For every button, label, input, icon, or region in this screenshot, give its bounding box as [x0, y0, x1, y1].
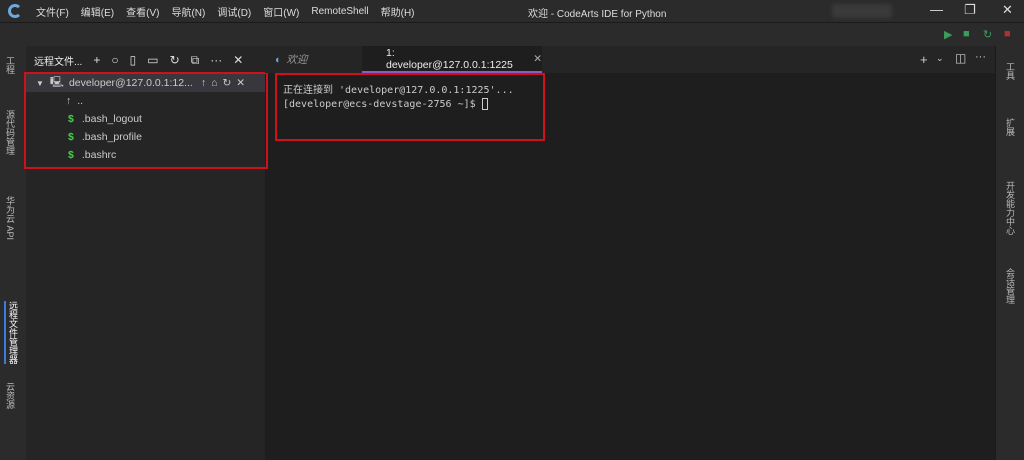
activity-remote-file-manager[interactable]: 远程文件管理器 — [4, 301, 20, 364]
add-icon[interactable]: + — [93, 53, 100, 67]
menu-remoteshell[interactable]: RemoteShell — [305, 6, 374, 17]
refresh-icon[interactable]: ↻ — [170, 53, 180, 67]
toolbar: ▶ ■ ↻ ■ — [0, 22, 1024, 46]
menu-view[interactable]: 查看(V) — [120, 4, 165, 19]
new-terminal-icon[interactable]: + — [920, 52, 928, 67]
new-file-icon[interactable]: ▯ — [130, 53, 137, 67]
menu-help[interactable]: 帮助(H) — [375, 4, 421, 19]
menu-bar: 文件(F) 编辑(E) 查看(V) 导航(N) 调试(D) 窗口(W) Remo… — [0, 0, 1024, 22]
tab-bar: ◐ 欢迎 1: developer@127.0.0.1:1225 ✕ + ⌄ ◫… — [265, 46, 995, 73]
app-logo-icon — [8, 4, 22, 18]
menu-file[interactable]: 文件(F) — [30, 4, 75, 19]
window-title: 欢迎 - CodeArts IDE for Python — [528, 9, 667, 20]
right-bar: 工具 扩展 开发能力中心 会话管理 — [995, 46, 1024, 460]
close-icon[interactable]: ✕ — [233, 53, 243, 67]
collapse-icon[interactable]: ⧉ — [191, 53, 200, 68]
right-extensions[interactable]: 扩展 — [1004, 118, 1017, 136]
activity-bar: 工程 源代码管理 华为云 API 远程文件管理器 云资源 — [0, 46, 26, 460]
more-icon[interactable]: ··· — [975, 51, 986, 63]
menu-edit[interactable]: 编辑(E) — [75, 4, 120, 19]
more-icon[interactable]: ··· — [210, 53, 222, 67]
tab-label: 欢迎 — [286, 54, 308, 66]
restore-button[interactable]: ❐ — [964, 2, 976, 18]
menu-debug[interactable]: 调试(D) — [211, 4, 257, 19]
search-icon[interactable]: ○ — [111, 53, 118, 67]
close-window-button[interactable]: ✕ — [1002, 2, 1013, 18]
highlight-box — [24, 72, 268, 169]
right-tools[interactable]: 工具 — [1004, 62, 1017, 80]
activity-cloud-resources[interactable]: 云资源 — [4, 382, 17, 409]
right-dev-center[interactable]: 开发能力中心 — [1004, 181, 1017, 235]
panel-title: 远程文件... — [34, 56, 83, 68]
run-icon[interactable]: ▶ — [944, 28, 952, 41]
close-tab-icon[interactable]: ✕ — [533, 53, 542, 65]
welcome-icon: ◐ — [275, 53, 282, 66]
stop-icon[interactable]: ■ — [1004, 28, 1011, 40]
new-folder-icon[interactable]: ▭ — [147, 53, 158, 67]
split-icon[interactable]: ◫ — [955, 51, 966, 65]
tab-welcome[interactable]: ◐ 欢迎 — [275, 46, 363, 73]
minimize-button[interactable]: — — [930, 2, 943, 17]
chevron-down-icon[interactable]: ⌄ — [936, 53, 944, 64]
activity-huaweicloud-api[interactable]: 华为云 API — [4, 196, 17, 240]
highlight-box — [275, 73, 545, 141]
delete-icon[interactable]: ■ — [963, 28, 970, 40]
menu-window[interactable]: 窗口(W) — [257, 4, 305, 19]
refresh-icon[interactable]: ↻ — [983, 28, 992, 41]
tab-terminal[interactable]: 1: developer@127.0.0.1:1225 ✕ — [362, 46, 542, 73]
activity-source-control[interactable]: 源代码管理 — [4, 110, 17, 155]
tab-label: 1: developer@127.0.0.1:1225 — [386, 46, 513, 71]
right-session-manager[interactable]: 会话管理 — [1004, 268, 1017, 304]
blurred-account — [832, 4, 892, 18]
activity-project[interactable]: 工程 — [4, 56, 17, 74]
menu-navigate[interactable]: 导航(N) — [165, 4, 211, 19]
